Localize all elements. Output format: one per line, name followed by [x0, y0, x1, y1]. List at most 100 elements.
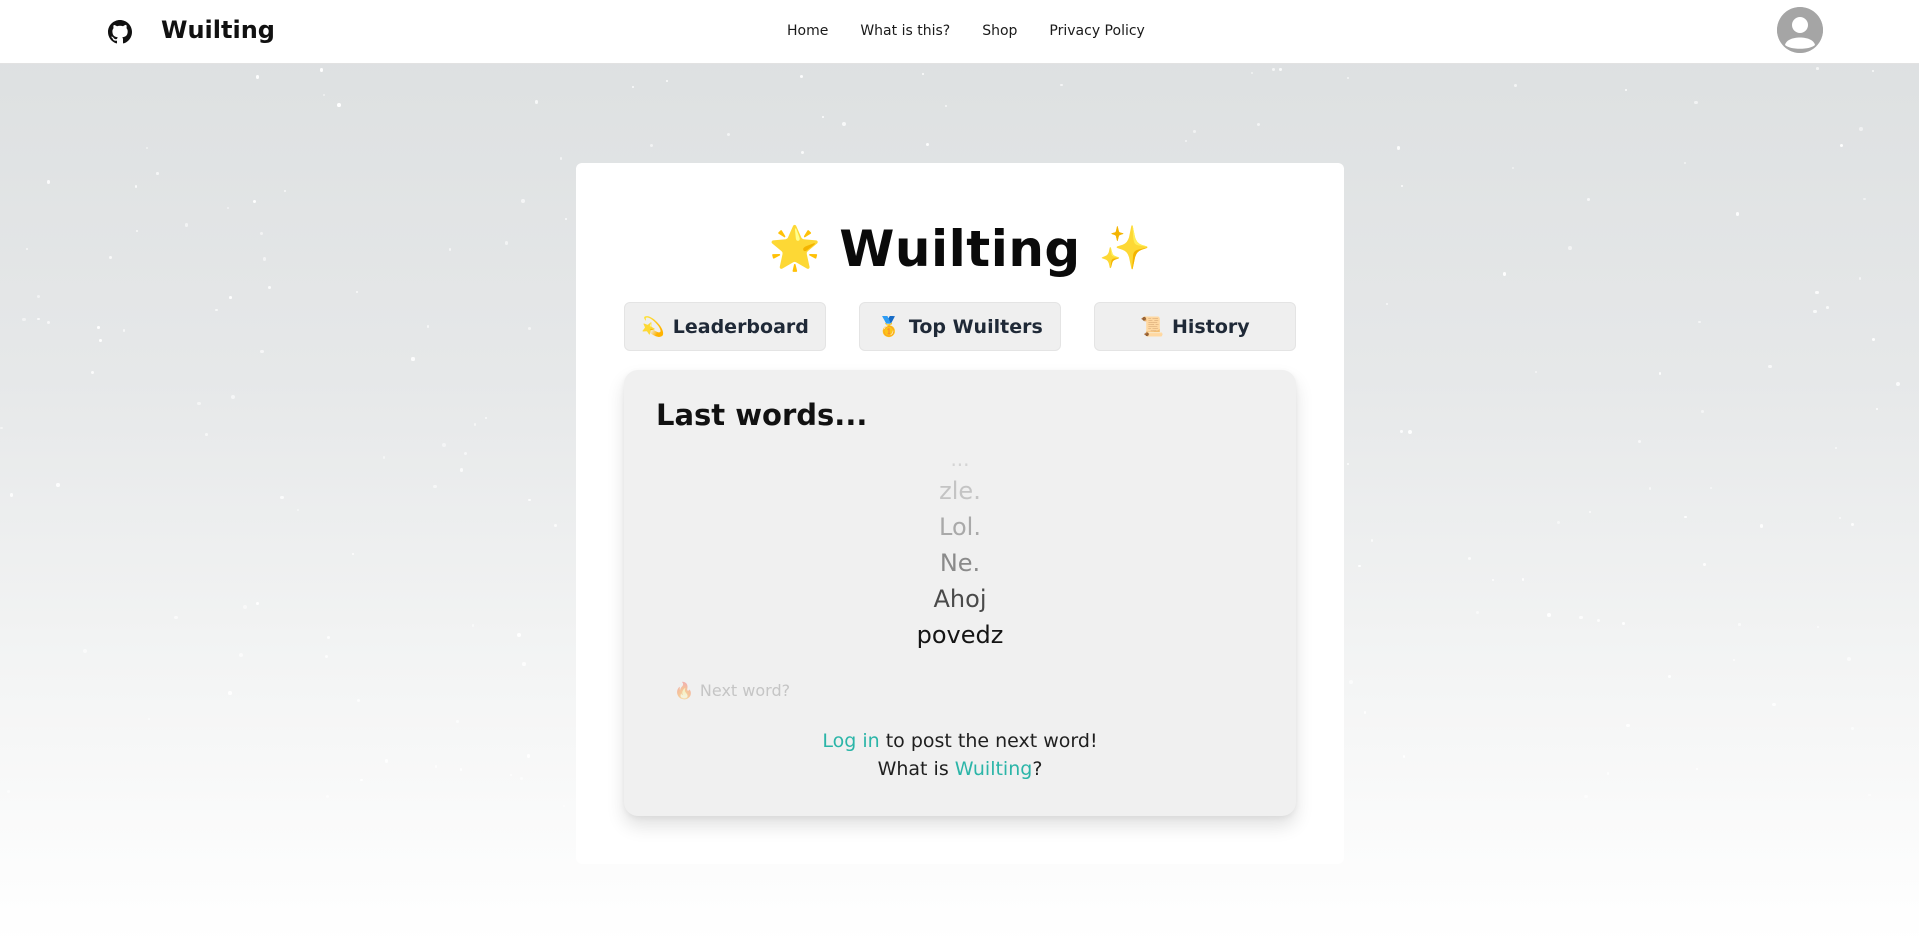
snow-dot	[1871, 337, 1876, 342]
snow-dot	[145, 147, 149, 150]
snow-dot	[25, 247, 28, 250]
snow-dot	[1468, 556, 1472, 560]
sparkles-icon: ✨	[1098, 223, 1152, 272]
panel-title: Last words...	[656, 398, 868, 432]
snow-dot	[1513, 84, 1517, 88]
snow-dot	[474, 423, 477, 426]
login-prompt: Log in to post the next word!	[624, 730, 1296, 752]
snow-dot	[243, 605, 247, 609]
dizzy-icon: 💫	[641, 316, 665, 338]
snow-dot	[1257, 122, 1260, 126]
page-title-text: Wuilting	[839, 220, 1081, 278]
snow-dot	[1816, 625, 1819, 628]
snow-dot	[356, 699, 360, 703]
snow-dot	[1826, 306, 1830, 310]
login-link[interactable]: Log in	[822, 730, 879, 752]
snow-dot	[260, 349, 264, 354]
snow-dot	[1534, 370, 1537, 374]
snow-dot	[1568, 246, 1572, 250]
brand-title[interactable]: Wuilting	[161, 16, 275, 44]
next-word-input[interactable]	[699, 680, 1000, 700]
snow-dot	[1759, 524, 1764, 528]
snow-dot	[1370, 538, 1374, 542]
snow-dot	[239, 652, 243, 657]
snow-dot	[91, 371, 95, 375]
snow-dot	[1863, 197, 1866, 200]
wuilting-link[interactable]: Wuilting	[955, 758, 1033, 780]
snow-dot	[1060, 83, 1063, 87]
snow-dot	[47, 320, 51, 324]
snow-dot	[184, 223, 189, 227]
word-item: zle.	[939, 477, 981, 505]
snow-dot	[1694, 100, 1698, 105]
snow-dot	[1871, 69, 1875, 72]
snow-dot	[1834, 446, 1837, 449]
snow-dot	[1596, 618, 1601, 623]
last-words-panel: Last words... ... zle. Lol. Ne. Ahoj pov…	[624, 370, 1296, 816]
snow-dot	[9, 493, 14, 497]
snow-dot	[356, 290, 359, 294]
snow-dot	[82, 648, 87, 653]
snow-dot	[1401, 184, 1404, 187]
snow-dot	[229, 295, 233, 299]
snow-dot	[433, 484, 437, 488]
snow-dot	[1868, 793, 1871, 797]
snow-dot	[554, 524, 558, 528]
history-button[interactable]: 📜 History	[1094, 302, 1296, 351]
snow-dot	[1606, 771, 1610, 775]
snow-dot	[921, 72, 925, 76]
snow-dot	[1279, 68, 1282, 71]
snow-dot	[1385, 302, 1389, 305]
snow-dot	[1851, 727, 1854, 730]
snow-dot	[1396, 146, 1401, 150]
leaderboard-label: Leaderboard	[672, 315, 809, 338]
nav-link-privacy-policy[interactable]: Privacy Policy	[1049, 23, 1144, 39]
snow-dot	[560, 157, 563, 160]
snow-dot	[1709, 486, 1712, 489]
main-nav: Home What is this? Shop Privacy Policy	[787, 23, 1145, 39]
top-wuilters-button[interactable]: 🥇 Top Wuilters	[859, 302, 1061, 351]
snow-dot	[528, 499, 531, 502]
snow-dot	[1622, 621, 1626, 625]
snow-dot	[1271, 68, 1275, 72]
snow-dot	[230, 394, 235, 399]
snow-dot	[197, 401, 201, 406]
snow-dot	[1846, 657, 1851, 661]
snow-dot	[382, 456, 386, 460]
nav-link-shop[interactable]: Shop	[982, 23, 1017, 39]
snow-dot	[1408, 430, 1412, 434]
snow-dot	[448, 248, 452, 252]
what-is-prefix: What is	[877, 758, 955, 780]
snow-dot	[509, 773, 512, 776]
snow-dot	[521, 199, 525, 204]
snow-dot	[1588, 510, 1591, 513]
github-icon[interactable]	[108, 20, 132, 44]
snow-dot	[1735, 211, 1740, 216]
snow-dot	[434, 765, 438, 768]
snow-dot	[262, 257, 267, 261]
what-is-suffix: ?	[1032, 758, 1043, 780]
snow-dot	[522, 661, 526, 666]
snow-dot	[1813, 309, 1817, 314]
snow-dot	[1814, 290, 1819, 295]
snow-dot	[1476, 610, 1480, 615]
snow-dot	[632, 86, 635, 89]
snow-dot	[255, 75, 260, 79]
nav-link-what-is-this[interactable]: What is this?	[860, 23, 950, 39]
snow-dot	[1625, 723, 1630, 728]
snow-dot	[460, 468, 464, 472]
snow-dot	[147, 717, 150, 721]
main-card: 🌟 Wuilting ✨ 💫 Leaderboard 🥇 Top Wuilter…	[576, 163, 1344, 864]
snow-dot	[1347, 76, 1350, 80]
snow-dot	[426, 325, 430, 328]
nav-link-home[interactable]: Home	[787, 23, 828, 39]
snow-dot	[1859, 277, 1862, 280]
user-avatar-icon[interactable]	[1777, 7, 1823, 53]
snow-dot	[442, 442, 446, 447]
leaderboard-button[interactable]: 💫 Leaderboard	[624, 302, 826, 351]
snow-dot	[1700, 410, 1704, 413]
snow-dot	[136, 230, 139, 233]
snow-dot	[484, 416, 487, 420]
snow-dot	[336, 103, 341, 107]
snow-dot	[260, 231, 263, 235]
